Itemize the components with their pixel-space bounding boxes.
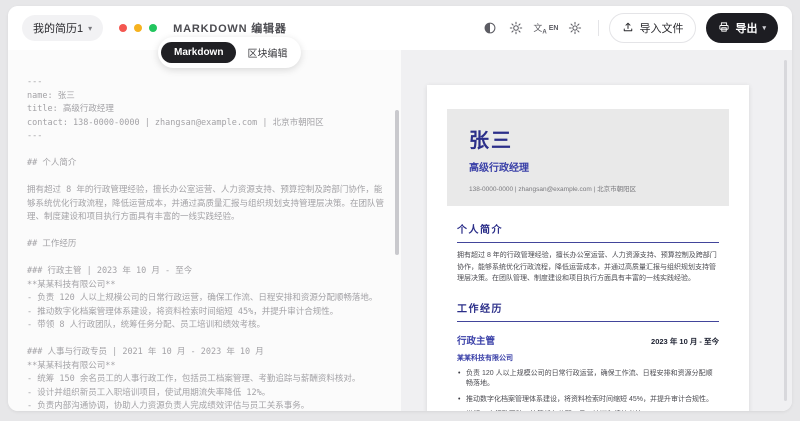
content-area: --- name: 张三 title: 高级行政经理 contact: 138-… (8, 50, 792, 411)
markdown-editor-pane[interactable]: --- name: 张三 title: 高级行政经理 contact: 138-… (8, 50, 401, 411)
chevron-down-icon: ▾ (88, 23, 93, 33)
tab-markdown[interactable]: Markdown (161, 42, 237, 63)
editor-scrollbar[interactable] (395, 110, 399, 255)
section-heading-profile: 个人简介 (457, 221, 719, 243)
toolbar-divider (598, 20, 600, 36)
job-bullet: 负责 120 人以上规模公司的日常行政运营，确保工作流、日程安排和资源分配顺畅落… (457, 369, 719, 390)
page-title: MARKDOWN 编辑器 (173, 23, 287, 35)
resume-name: 张三 (469, 130, 513, 152)
contrast-icon (483, 21, 497, 35)
job-bullet-list: 负责 120 人以上规模公司的日常行政运营，确保工作流、日程安排和资源分配顺畅落… (457, 369, 719, 411)
traffic-dots (119, 24, 158, 32)
language-label: EN (548, 24, 559, 32)
resume-job-title: 高级行政经理 (469, 163, 529, 174)
topbar-actions: 文A EN 导入文件 导出 ▾ (477, 13, 778, 43)
document-switcher-label: 我的简历1 (33, 23, 84, 35)
import-file-label: 导入文件 (639, 23, 684, 35)
upload-icon (622, 21, 634, 36)
editor-mode-toggle: Markdown 区块编辑 (158, 37, 302, 68)
job-head: 行政主管 2023 年 10 月 - 至今 (457, 333, 719, 347)
job-title: 行政主管 (457, 335, 496, 347)
chevron-down-icon: ▾ (762, 25, 766, 32)
profile-text: 拥有超过 8 年的行政管理经验，擅长办公室运营、人力资源支持、预算控制及跨部门协… (457, 252, 717, 283)
language-toggle-button[interactable]: 文A EN (529, 15, 562, 41)
markdown-source-text[interactable]: --- name: 张三 title: 高级行政经理 contact: 138-… (27, 76, 389, 411)
gear-icon (568, 21, 582, 35)
job-entry: 行政主管 2023 年 10 月 - 至今 某某科技有限公司 负责 120 人以… (457, 333, 719, 411)
yellow-dot-icon (134, 24, 143, 32)
preview-scrollbar[interactable] (784, 60, 787, 401)
red-dot-icon (119, 24, 128, 32)
job-company: 某某科技有限公司 (457, 354, 513, 362)
resume-preview-card: 张三 高级行政经理 138-0000-0000 | zhangsan@examp… (427, 85, 749, 411)
contrast-theme-button[interactable] (477, 15, 503, 41)
green-dot-icon (149, 24, 158, 32)
topbar: 我的简历1 ▾ MARKDOWN 编辑器 文A EN 导入文件 导出 ▾ (8, 6, 792, 50)
tab-block-edit[interactable]: 区块编辑 (236, 40, 298, 65)
job-bullet: 带领 8 人行政团队，统筹任务分配、员工培训和绩效考核。 (457, 410, 719, 411)
import-file-button[interactable]: 导入文件 (609, 13, 697, 43)
export-button[interactable]: 导出 ▾ (706, 13, 778, 43)
printer-icon (718, 21, 730, 36)
settings-button[interactable] (562, 15, 588, 41)
document-switcher[interactable]: 我的简历1 ▾ (22, 15, 104, 41)
sun-icon (509, 21, 523, 35)
export-label: 导出 (735, 23, 758, 35)
preview-pane: 张三 高级行政经理 138-0000-0000 | zhangsan@examp… (401, 50, 792, 411)
translate-icon: 文A (533, 22, 547, 36)
section-heading-work: 工作经历 (457, 300, 719, 322)
job-bullet: 推动数字化档案管理体系建设，将资料检索时间缩短 45%，并提升审计合规性。 (457, 395, 719, 406)
resume-contact: 138-0000-0000 | zhangsan@example.com | 北… (469, 186, 637, 193)
job-date: 2023 年 10 月 - 至今 (651, 336, 719, 346)
resume-header: 张三 高级行政经理 138-0000-0000 | zhangsan@examp… (447, 109, 729, 206)
theme-toggle-button[interactable] (503, 15, 529, 41)
app-window: 我的简历1 ▾ MARKDOWN 编辑器 文A EN 导入文件 导出 ▾ Mar… (8, 6, 792, 411)
